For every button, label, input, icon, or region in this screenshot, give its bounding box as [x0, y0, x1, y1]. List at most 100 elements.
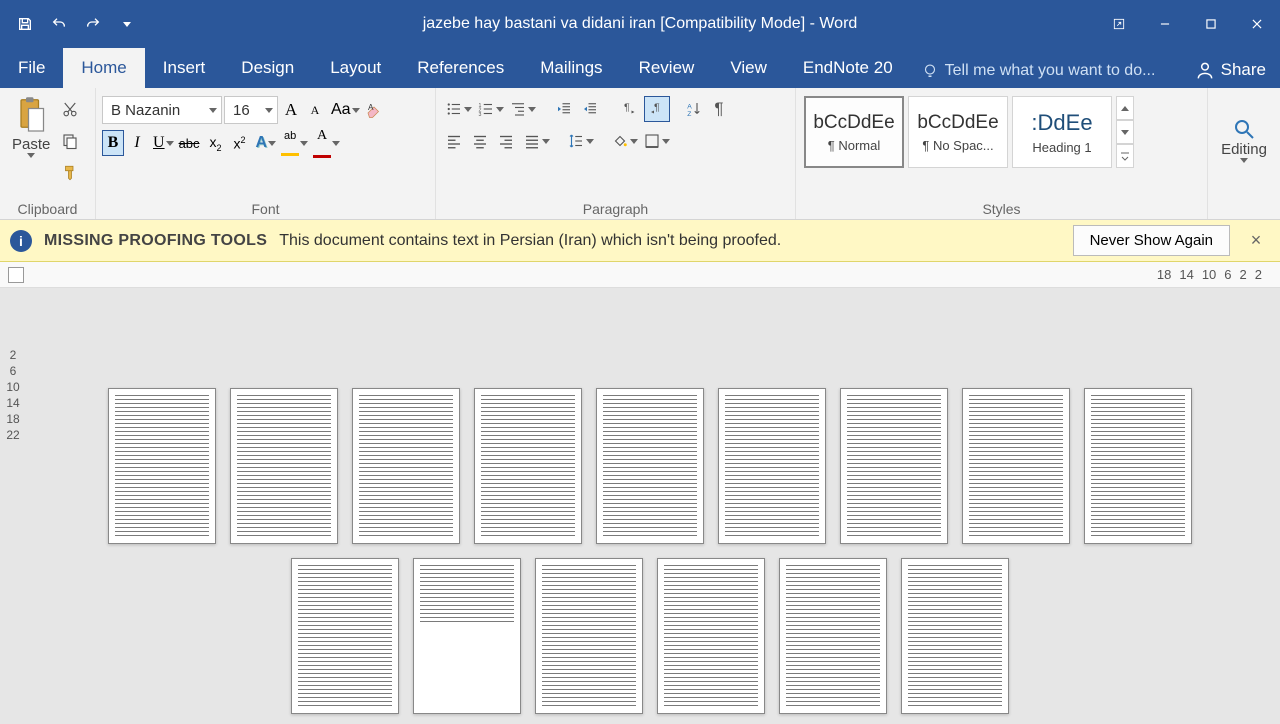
- page-thumbnail[interactable]: [413, 558, 521, 714]
- tab-design[interactable]: Design: [223, 48, 312, 88]
- page-thumbnail[interactable]: [535, 558, 643, 714]
- sort-button[interactable]: AZ: [682, 96, 706, 122]
- justify-button[interactable]: [520, 128, 550, 154]
- tab-mailings[interactable]: Mailings: [522, 48, 620, 88]
- font-color-red-swatch: [313, 144, 331, 158]
- redo-button[interactable]: [78, 9, 108, 39]
- tab-insert[interactable]: Insert: [145, 48, 224, 88]
- align-right-button[interactable]: [494, 128, 518, 154]
- page-thumbnail[interactable]: [474, 388, 582, 544]
- strikethrough-button[interactable]: abc: [176, 130, 203, 156]
- brush-icon: [61, 164, 79, 182]
- maximize-button[interactable]: [1188, 9, 1234, 39]
- subscript-button[interactable]: x2: [205, 130, 227, 156]
- style-name: Heading 1: [1032, 140, 1091, 155]
- show-marks-button[interactable]: ¶: [708, 96, 730, 122]
- message-close-button[interactable]: ×: [1242, 230, 1270, 251]
- page-thumbnail[interactable]: [1084, 388, 1192, 544]
- close-button[interactable]: [1234, 9, 1280, 39]
- clear-formatting-button[interactable]: A: [362, 97, 386, 123]
- page-thumbnail[interactable]: [657, 558, 765, 714]
- page-thumbnail[interactable]: [901, 558, 1009, 714]
- decrease-indent-button[interactable]: [552, 96, 576, 122]
- find-icon: [1232, 117, 1256, 141]
- box-arrow-icon: [1112, 17, 1126, 31]
- editing-label: Editing: [1221, 141, 1267, 158]
- align-center-button[interactable]: [468, 128, 492, 154]
- chevron-up-icon: [1121, 106, 1129, 111]
- cut-button[interactable]: [58, 96, 82, 122]
- numbering-button[interactable]: 123: [474, 96, 504, 122]
- page-thumbnail[interactable]: [840, 388, 948, 544]
- svg-text:¶: ¶: [624, 102, 630, 114]
- horizontal-ruler[interactable]: 18 14 10 6 2 2: [0, 262, 1280, 288]
- style-heading-1[interactable]: :DdEe Heading 1: [1012, 96, 1112, 168]
- format-painter-button[interactable]: [58, 160, 82, 186]
- rtl-direction-button[interactable]: ¶: [644, 96, 670, 122]
- tab-references[interactable]: References: [399, 48, 522, 88]
- minimize-button[interactable]: [1142, 9, 1188, 39]
- chevron-down-icon: [123, 22, 131, 27]
- undo-button[interactable]: [44, 9, 74, 39]
- vertical-ruler[interactable]: 2 6 10 14 18 22: [0, 348, 26, 442]
- highlight-button[interactable]: ab: [278, 130, 308, 156]
- line-spacing-button[interactable]: [564, 128, 594, 154]
- page-thumbnail[interactable]: [779, 558, 887, 714]
- tab-view[interactable]: View: [712, 48, 785, 88]
- styles-gallery[interactable]: bCcDdEe ¶ Normal bCcDdEe ¶ No Spac... :D…: [802, 92, 1201, 188]
- font-color-button[interactable]: A: [310, 130, 340, 156]
- page-thumbnail[interactable]: [108, 388, 216, 544]
- style-no-spacing[interactable]: bCcDdEe ¶ No Spac...: [908, 96, 1008, 168]
- page-thumbnail[interactable]: [718, 388, 826, 544]
- undo-icon: [51, 16, 67, 32]
- tab-file[interactable]: File: [0, 48, 63, 88]
- copy-button[interactable]: [58, 128, 82, 154]
- style-normal[interactable]: bCcDdEe ¶ Normal: [804, 96, 904, 168]
- align-left-button[interactable]: [442, 128, 466, 154]
- document-canvas[interactable]: 2 6 10 14 18 22: [0, 288, 1280, 724]
- gallery-down-button[interactable]: [1116, 120, 1134, 144]
- tab-review[interactable]: Review: [621, 48, 713, 88]
- svg-text:Z: Z: [687, 111, 691, 118]
- italic-button[interactable]: I: [126, 130, 148, 156]
- tab-home[interactable]: Home: [63, 48, 144, 88]
- share-button[interactable]: Share: [1181, 52, 1280, 88]
- save-button[interactable]: [10, 9, 40, 39]
- tell-me-search[interactable]: Tell me what you want to do...: [911, 54, 1181, 88]
- font-name-combo[interactable]: B Nazanin: [102, 96, 222, 124]
- change-case-button[interactable]: Aa: [328, 97, 360, 123]
- underline-button[interactable]: U: [150, 130, 174, 156]
- grow-font-button[interactable]: A: [280, 97, 302, 123]
- editing-button[interactable]: Editing: [1214, 92, 1274, 188]
- page-thumbnail[interactable]: [962, 388, 1070, 544]
- tab-selector[interactable]: [8, 267, 24, 283]
- tab-layout[interactable]: Layout: [312, 48, 399, 88]
- text-effects-button[interactable]: A: [253, 130, 277, 156]
- page-thumbnail[interactable]: [230, 388, 338, 544]
- shrink-font-button[interactable]: A: [304, 97, 326, 123]
- ltr-direction-button[interactable]: ¶: [618, 96, 642, 122]
- gallery-more-button[interactable]: [1116, 144, 1134, 168]
- page-thumbnails: [0, 288, 1280, 724]
- never-show-again-button[interactable]: Never Show Again: [1073, 225, 1230, 256]
- bullets-button[interactable]: [442, 96, 472, 122]
- page-thumbnail[interactable]: [352, 388, 460, 544]
- style-name: ¶ Normal: [828, 138, 881, 153]
- chevron-down-icon: [268, 141, 276, 146]
- tab-endnote[interactable]: EndNote 20: [785, 48, 911, 88]
- paste-button[interactable]: Paste: [6, 92, 56, 162]
- borders-button[interactable]: [640, 128, 670, 154]
- font-size-combo[interactable]: 16: [224, 96, 278, 124]
- increase-indent-button[interactable]: [578, 96, 602, 122]
- page-thumbnail[interactable]: [596, 388, 704, 544]
- superscript-button[interactable]: x2: [229, 130, 251, 156]
- gallery-up-button[interactable]: [1116, 96, 1134, 120]
- shading-button[interactable]: [608, 128, 638, 154]
- bold-button[interactable]: B: [102, 130, 124, 156]
- ribbon-tab-row: File Home Insert Design Layout Reference…: [0, 48, 1280, 88]
- qat-customize-button[interactable]: [112, 9, 142, 39]
- page-thumbnail[interactable]: [291, 558, 399, 714]
- multilevel-list-button[interactable]: [506, 96, 536, 122]
- ribbon-options-button[interactable]: [1096, 9, 1142, 39]
- info-icon: i: [10, 230, 32, 252]
